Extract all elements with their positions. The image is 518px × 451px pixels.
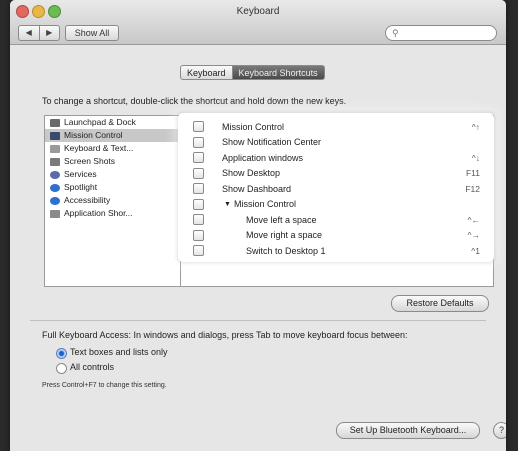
category-item[interactable]: Services — [45, 168, 181, 181]
shortcut-row[interactable]: ▼ Mission Control — [178, 197, 494, 212]
category-item[interactable]: Screen Shots — [45, 155, 181, 168]
category-label: Launchpad & Dock — [64, 117, 136, 127]
keyboard-preferences-window: Keyboard ◀ ▶ Show All ⚲ Keyboard Keyboar… — [10, 0, 506, 451]
shortcut-key[interactable]: ^→ — [468, 230, 481, 240]
keyboard-icon — [50, 144, 60, 153]
shortcut-key[interactable]: ^1 — [471, 246, 480, 256]
shortcut-row[interactable]: Application windows ^↓ — [178, 150, 494, 165]
shortcut-key[interactable]: ^↑ — [472, 122, 480, 132]
shortcut-checkbox[interactable] — [193, 183, 204, 194]
category-item[interactable]: Application Shor... — [45, 207, 181, 220]
category-item[interactable]: Spotlight — [45, 181, 181, 194]
restore-defaults-button[interactable]: Restore Defaults — [391, 295, 489, 312]
category-label: Application Shor... — [64, 208, 133, 218]
shortcut-key[interactable]: ^← — [468, 215, 481, 225]
shortcuts-list: Mission Control ^↑ Show Notification Cente… — [178, 113, 494, 262]
launchpad-icon — [50, 118, 60, 127]
control-f7-note: Press Control+F7 to change this setting. — [42, 382, 167, 389]
category-label: Spotlight — [64, 182, 98, 192]
shortcut-label: Move right a space — [246, 230, 323, 240]
category-item[interactable]: Accessibility — [45, 194, 181, 207]
mission-control-icon — [50, 131, 60, 140]
shortcut-label: Show Desktop — [222, 168, 281, 178]
shortcut-checkbox[interactable] — [193, 152, 204, 163]
accessibility-icon — [50, 196, 60, 205]
tab-keyboard-shortcuts[interactable]: Keyboard Shortcuts — [232, 65, 325, 80]
shortcut-checkbox[interactable] — [193, 245, 204, 256]
category-label: Mission Control — [64, 130, 123, 140]
shortcut-label: Application windows — [222, 152, 304, 163]
shortcut-checkbox[interactable] — [193, 121, 204, 132]
tab-keyboard[interactable]: Keyboard — [180, 65, 233, 80]
gear-icon — [50, 170, 60, 179]
shortcut-key[interactable]: F12 — [465, 184, 480, 194]
disclosure-triangle-icon[interactable]: ▼ — [224, 201, 231, 208]
category-item[interactable]: Mission Control — [45, 129, 181, 142]
tab-bar: Keyboard Keyboard Shortcuts — [180, 65, 325, 80]
category-label: Screen Shots — [64, 156, 116, 166]
shortcut-label: Show Dashboard — [222, 183, 292, 194]
shortcut-row[interactable]: Move right a space ^→ — [178, 228, 494, 243]
shortcut-checkbox[interactable] — [193, 214, 204, 225]
setup-bluetooth-keyboard-button[interactable]: Set Up Bluetooth Keyboard... — [336, 422, 480, 439]
shortcut-checkbox[interactable] — [193, 136, 204, 148]
shortcut-key[interactable]: ^↓ — [472, 153, 480, 163]
shortcut-row[interactable]: Mission Control ^↑ — [178, 119, 494, 134]
shortcut-row[interactable]: Show Notification Center — [178, 135, 494, 150]
search-field[interactable]: ⚲ — [385, 25, 497, 41]
back-forward-control: ◀ ▶ — [18, 25, 60, 41]
screenshot-icon — [50, 157, 60, 166]
search-icon: ⚲ — [392, 28, 399, 38]
category-label: Keyboard & Text... — [64, 143, 134, 153]
shortcut-key[interactable]: F11 — [466, 168, 480, 178]
all-controls-radio[interactable] — [56, 363, 67, 374]
category-item[interactable]: Keyboard & Text... — [45, 142, 181, 155]
shortcut-checkbox[interactable] — [193, 167, 204, 179]
title-bar: Keyboard ◀ ▶ Show All ⚲ — [10, 0, 506, 45]
back-button[interactable]: ◀ — [19, 26, 40, 40]
shortcut-row[interactable]: Show Dashboard F12 — [178, 181, 494, 196]
shortcut-row[interactable]: Show Desktop F11 — [178, 166, 494, 181]
category-label: Accessibility — [64, 195, 111, 205]
help-button[interactable]: ? — [493, 422, 506, 439]
full-keyboard-access-label: Full Keyboard Access: In windows and dia… — [42, 330, 408, 340]
text-boxes-label: Text boxes and lists only — [70, 347, 168, 357]
shortcut-label: Switch to Desktop 1 — [246, 245, 326, 256]
shortcut-label: Mission Control — [222, 121, 285, 132]
category-item[interactable]: Launchpad & Dock — [45, 116, 181, 129]
shortcut-row[interactable]: Move left a space ^← — [178, 212, 494, 227]
shortcut-categories-list: Launchpad & Dock Mission Control Keyboard … — [44, 115, 182, 287]
forward-button[interactable]: ▶ — [40, 26, 60, 40]
spotlight-icon — [50, 183, 60, 192]
shortcut-label: Mission Control — [234, 199, 297, 209]
shortcut-row[interactable]: Switch to Desktop 1 ^1 — [178, 243, 494, 258]
text-boxes-radio[interactable] — [56, 348, 67, 359]
divider — [30, 320, 486, 321]
shortcut-checkbox[interactable] — [193, 198, 204, 210]
app-shortcuts-icon — [50, 209, 60, 218]
shortcut-label: Show Notification Center — [222, 137, 322, 147]
shortcut-checkbox[interactable] — [193, 229, 204, 241]
category-label: Services — [64, 169, 97, 179]
window-title: Keyboard — [236, 6, 280, 17]
all-controls-label: All controls — [70, 362, 115, 372]
shortcut-label: Move left a space — [246, 214, 317, 225]
show-all-button[interactable]: Show All — [65, 25, 119, 41]
instructions-text: To change a shortcut, double-click the s… — [42, 96, 347, 106]
